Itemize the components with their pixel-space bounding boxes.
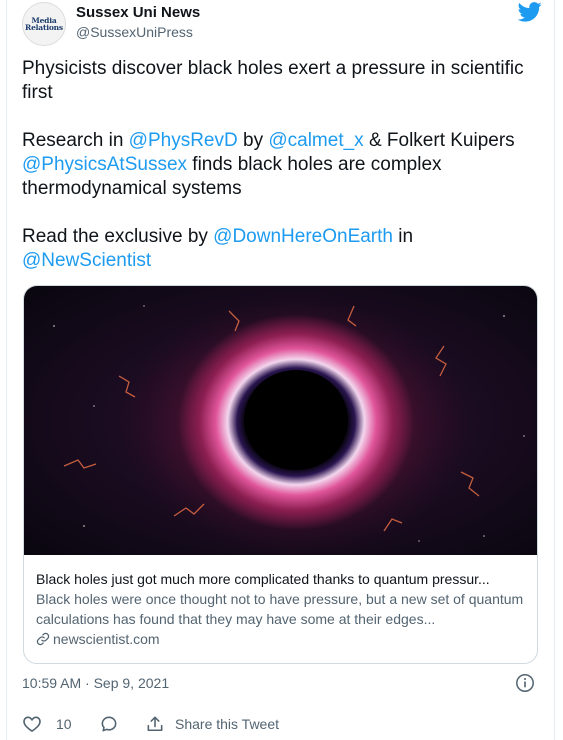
black-hole-image[interactable] xyxy=(24,286,538,555)
share-action[interactable]: Share this Tweet xyxy=(145,713,279,735)
author-handle[interactable]: @SussexUniPress xyxy=(76,22,200,42)
tweet-text-segment: & Folkert Kuipers xyxy=(363,130,515,151)
mention-link[interactable]: @calmet_x xyxy=(268,130,363,151)
tweet-header: Media Relations Sussex Uni News @SussexU… xyxy=(22,2,542,46)
card-domain[interactable]: newscientist.com xyxy=(36,629,526,649)
like-action[interactable]: 10 xyxy=(22,713,72,735)
info-icon[interactable] xyxy=(515,673,535,693)
twitter-bird-icon[interactable] xyxy=(518,2,542,22)
reply-action[interactable] xyxy=(99,713,119,735)
card-domain-text: newscientist.com xyxy=(53,631,160,647)
avatar-logo-line-2: Relations xyxy=(25,23,63,32)
like-count: 10 xyxy=(56,716,72,732)
tweet-text-segment: Read the exclusive by xyxy=(22,226,214,247)
heart-icon[interactable] xyxy=(22,714,42,734)
share-icon[interactable] xyxy=(145,714,165,734)
author-display-name[interactable]: Sussex Uni News xyxy=(76,3,200,22)
reply-bubble-icon[interactable] xyxy=(99,714,119,734)
tweet-actions: 10 Share this Tweet xyxy=(22,713,532,735)
card-title[interactable]: Black holes just got much more complicat… xyxy=(36,570,526,589)
mention-link[interactable]: @DownHereOnEarth xyxy=(213,226,393,247)
mention-link[interactable]: @NewScientist xyxy=(22,250,151,271)
card-description[interactable]: Black holes were once thought not to hav… xyxy=(36,589,526,629)
tweet-paragraph-3: Read the exclusive by @DownHereOnEarth i… xyxy=(22,225,537,273)
share-label: Share this Tweet xyxy=(175,716,280,732)
author-names[interactable]: Sussex Uni News @SussexUniPress xyxy=(76,3,200,42)
tweet-paragraph-1: Physicists discover black holes exert a … xyxy=(22,57,537,105)
mention-link[interactable]: @PhysRevD xyxy=(129,130,238,151)
tweet-text-segment: Research in xyxy=(22,130,129,151)
avatar[interactable]: Media Relations xyxy=(22,2,66,46)
tweet-text: Physicists discover black holes exert a … xyxy=(22,57,537,273)
tweet-timestamp[interactable]: 10:59 AM · Sep 9, 2021 xyxy=(22,673,169,693)
link-preview-card[interactable]: Black holes just got much more complicat… xyxy=(23,285,538,664)
tweet-text-segment: in xyxy=(392,226,414,247)
tweet-text-segment: by xyxy=(237,130,269,151)
mention-link[interactable]: @PhysicsAtSussex xyxy=(22,154,187,175)
link-icon xyxy=(36,632,50,646)
card-body[interactable]: Black holes just got much more complicat… xyxy=(36,570,526,649)
tweet-headline: Physicists discover black holes exert a … xyxy=(22,58,524,103)
tweet-paragraph-2: Research in @PhysRevD by @calmet_x & Fol… xyxy=(22,129,537,201)
